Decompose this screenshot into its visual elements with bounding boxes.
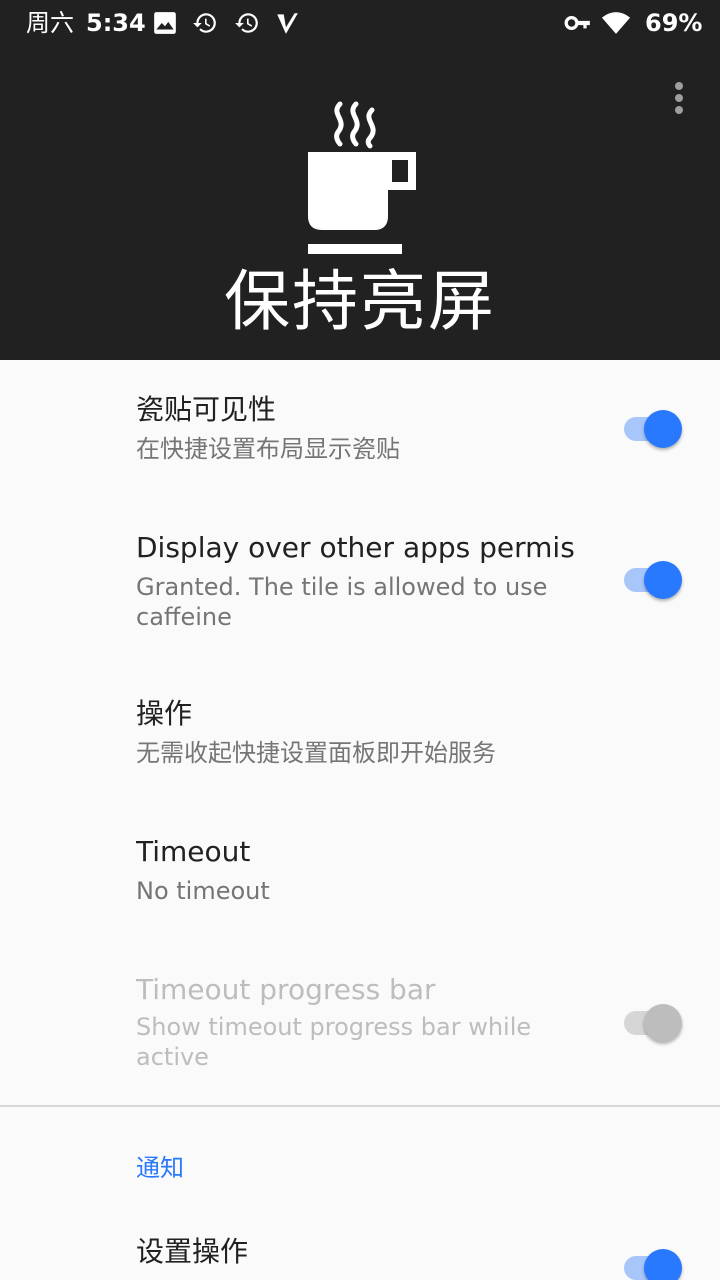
pref-title: 设置操作 — [136, 1235, 249, 1268]
pref-timeout[interactable]: Timeout No timeout — [0, 806, 720, 944]
pref-notification-action[interactable]: 设置操作 — [0, 1212, 720, 1280]
pref-title: Timeout progress bar — [136, 973, 436, 1006]
more-vert-icon[interactable] — [664, 78, 694, 118]
pref-summary: Show timeout progress bar while active — [136, 1013, 532, 1071]
pref-overlay-permission[interactable]: Display over other apps permiss.. Grante… — [0, 498, 720, 668]
switch-thumb — [644, 410, 682, 448]
battery-level: 69% — [645, 9, 703, 37]
history-icon — [192, 10, 218, 36]
section-divider — [0, 1105, 720, 1107]
wifi-icon — [600, 10, 632, 36]
pref-summary: 在快捷设置布局显示瓷贴 — [136, 435, 400, 463]
pref-title: Timeout — [136, 835, 251, 868]
timeout-progress-switch — [620, 1001, 686, 1045]
status-time: 5:34 — [86, 9, 146, 37]
pref-action[interactable]: 操作 无需收起快捷设置面板即开始服务 — [0, 668, 720, 806]
image-icon — [152, 10, 178, 36]
category-notification: 通知 — [136, 1154, 184, 1182]
pref-summary: Granted. The tile is allowed to use caff… — [136, 573, 548, 631]
vpn-key-icon — [564, 10, 590, 36]
tile-visibility-switch[interactable] — [620, 407, 686, 451]
pref-tile-visibility[interactable]: 瓷贴可见性 在快捷设置布局显示瓷贴 — [0, 360, 720, 498]
pref-title: 瓷贴可见性 — [136, 393, 277, 426]
app-title: 保持亮屏 — [224, 263, 496, 340]
pref-title: Display over other apps permiss.. — [136, 531, 576, 564]
switch-thumb — [644, 1004, 682, 1042]
pref-title: 操作 — [136, 697, 193, 730]
status-bar: 周六 5:34 69% — [0, 0, 720, 48]
pref-summary: No timeout — [136, 877, 270, 905]
status-day: 周六 — [26, 9, 74, 37]
notification-action-switch[interactable] — [620, 1246, 686, 1280]
history-icon — [234, 10, 260, 36]
switch-thumb — [644, 1249, 682, 1280]
app-v-icon — [274, 10, 300, 36]
app-header: 保持亮屏 — [0, 48, 720, 360]
pref-timeout-progress-bar: Timeout progress bar Show timeout progre… — [0, 944, 720, 1104]
switch-thumb — [644, 561, 682, 599]
pref-summary: 无需收起快捷设置面板即开始服务 — [136, 739, 496, 767]
overlay-permission-switch[interactable] — [620, 558, 686, 602]
coffee-cup-icon — [300, 100, 420, 260]
